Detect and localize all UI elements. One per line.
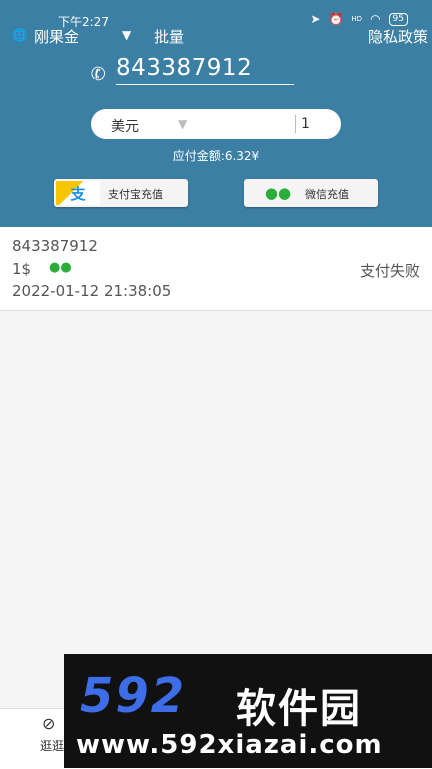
dropdown-triangle-icon[interactable]: ▼ — [122, 28, 131, 42]
alipay-recharge-button[interactable]: 支 支付宝充值 — [54, 179, 188, 207]
dropdown-triangle-icon[interactable]: ▼ — [178, 117, 187, 131]
wechat-icon: ●● — [264, 184, 292, 202]
batch-button[interactable]: 批量 — [154, 26, 184, 47]
top-bar: 🌐 刚果金 ▼ 批量 隐私政策 — [0, 24, 432, 46]
compass-icon[interactable]: ⊘ — [42, 714, 55, 733]
globe-icon: 🌐 — [12, 28, 27, 42]
divider — [295, 115, 296, 133]
record-amount: 1$ — [12, 260, 32, 278]
record-number: 843387912 — [12, 237, 98, 255]
record-time: 2022-01-12 21:38:05 — [12, 282, 172, 300]
list-item[interactable]: 843387912 1$ ●● 支付失败 2022-01-12 21:38:05 — [0, 227, 432, 311]
currency-select[interactable]: 美元 — [111, 116, 139, 136]
watermark: 592 软件园 www.592xiazai.com — [64, 654, 432, 768]
amount-input[interactable]: 1 — [301, 116, 310, 132]
wechat-recharge-button[interactable]: ●● 微信充值 — [244, 179, 378, 207]
record-status: 支付失败 — [359, 262, 420, 280]
alipay-icon: 支 — [56, 181, 100, 205]
currency-amount-box: 美元 ▼ 1 — [91, 109, 341, 139]
header: 下午2:27 ➤ ⏰ HD ◠ 95 🌐 刚果金 ▼ 批量 隐私政策 ✆ 843… — [0, 0, 432, 227]
tab-label[interactable]: 逛逛 — [40, 737, 64, 754]
privacy-policy-link[interactable]: 隐私政策 — [368, 26, 428, 47]
phone-number-input[interactable]: 843387912 — [116, 55, 294, 85]
watermark-logo: 592 — [80, 668, 187, 724]
watermark-title: 软件园 — [236, 686, 362, 732]
wechat-icon: ●● — [49, 260, 72, 275]
wechat-recharge-label: 微信充值 — [305, 188, 349, 201]
watermark-url: www.592xiazai.com — [76, 730, 383, 760]
signal-hd-label: HD — [351, 15, 363, 23]
amount-due-label: 应付金额:6.32¥ — [172, 149, 260, 163]
country-selector[interactable]: 刚果金 — [34, 26, 79, 47]
alipay-recharge-label: 支付宝充值 — [108, 188, 163, 201]
phone-icon: ✆ — [88, 62, 109, 87]
